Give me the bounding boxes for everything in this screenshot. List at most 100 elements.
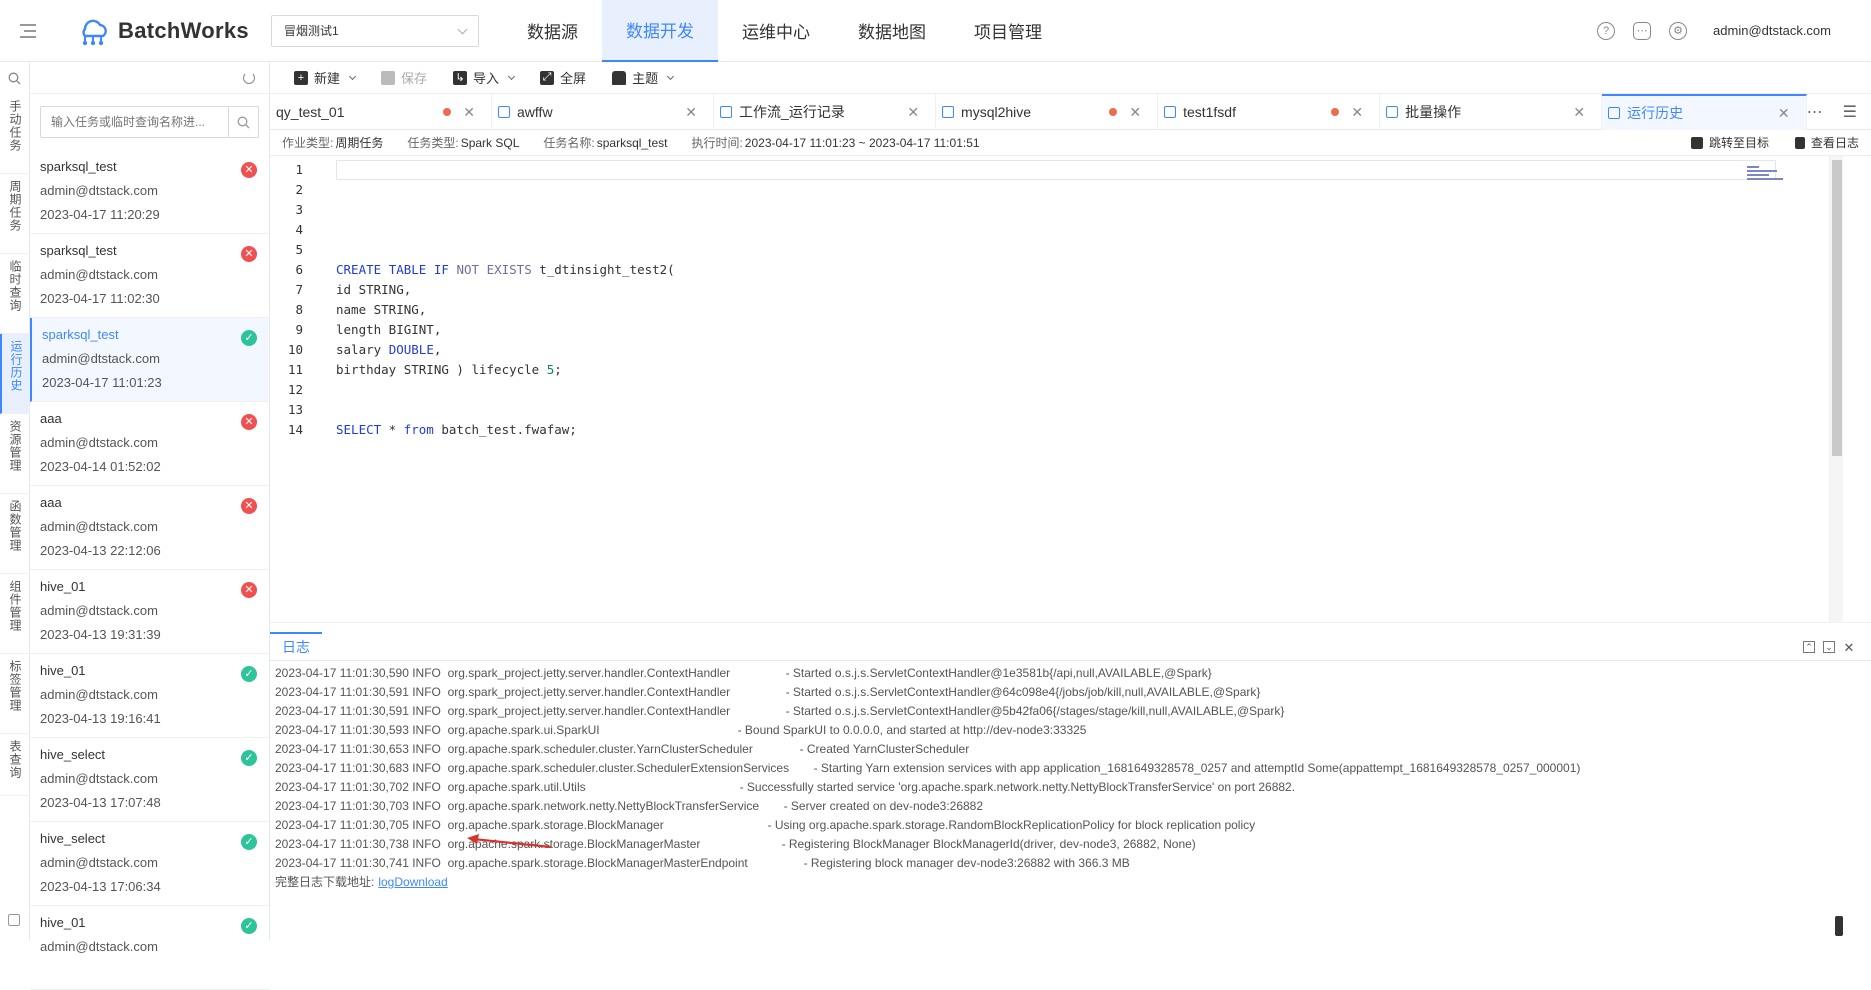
log-logger: org.spark_project.jetty.server.handler.C… — [447, 666, 731, 680]
collapse-panel-icon[interactable] — [8, 914, 20, 926]
side-tab-manual-tasks[interactable]: 手动任务 — [0, 94, 30, 174]
close-icon[interactable]: ✕ — [685, 104, 697, 121]
save-button[interactable]: 保存 — [371, 64, 437, 92]
side-tab-function-management[interactable]: 函数管理 — [0, 494, 30, 574]
theme-button-label: 主题 — [632, 71, 659, 86]
side-tab-component-management[interactable]: 组件管理 — [0, 574, 30, 654]
log-download-line: 完整日志下载地址: logDownload — [270, 873, 1871, 892]
top-bar: BatchWorks 冒烟测试1 数据源 数据开发 运维中心 数据地图 项目管理… — [0, 0, 1871, 62]
log-line: 2023-04-17 11:01:30,741 INFO org.apache.… — [275, 854, 1871, 873]
task-list-item[interactable]: aaa admin@dtstack.com 2023-04-13 22:12:06 ✕ — [30, 486, 269, 570]
app-logo[interactable]: BatchWorks — [76, 14, 249, 48]
log-tab[interactable]: 日志 — [270, 632, 322, 660]
task-time: 2023-04-13 17:06:34 — [40, 879, 161, 894]
log-line: 2023-04-17 11:01:30,702 INFO org.apache.… — [275, 778, 1871, 797]
search-button[interactable] — [228, 107, 258, 137]
side-tab-resource-management[interactable]: 资源管理 — [0, 414, 30, 494]
search-icon — [237, 116, 250, 128]
task-time: 2023-04-13 19:31:39 — [40, 627, 161, 642]
log-timestamp: 2023-04-17 11:01:30,702 INFO — [275, 780, 441, 794]
editor-scrollbar[interactable] — [1829, 156, 1843, 623]
tab-qy-test-01[interactable]: qy_test_01 ✕ — [270, 94, 493, 130]
code-line: name STRING, — [336, 302, 427, 317]
nav-project-management[interactable]: 项目管理 — [950, 0, 1066, 62]
tab-label: 工作流_运行记录 — [739, 104, 845, 120]
tab-run-history[interactable]: 运行历史 ✕ — [1602, 94, 1807, 130]
refresh-icon[interactable] — [243, 71, 255, 84]
menu-toggle-icon[interactable] — [0, 0, 56, 62]
task-list-item[interactable]: hive_01 admin@dtstack.com ✓ — [30, 906, 269, 990]
task-user: admin@dtstack.com — [40, 687, 158, 702]
side-tab-adhoc-query[interactable]: 临时查询 — [0, 254, 30, 334]
nav-data-map[interactable]: 数据地图 — [834, 0, 950, 62]
close-icon[interactable]: ✕ — [1778, 105, 1790, 122]
save-button-label: 保存 — [401, 71, 428, 86]
log-scrollbar-thumb[interactable] — [1835, 916, 1843, 936]
gear-icon[interactable]: ⚙ — [1669, 21, 1688, 40]
chevron-down-icon — [508, 72, 516, 80]
log-line: 2023-04-17 11:01:30,593 INFO org.apache.… — [275, 721, 1871, 740]
theme-button[interactable]: 主题 — [602, 64, 683, 92]
task-list-item[interactable]: aaa admin@dtstack.com 2023-04-14 01:52:02 ✕ — [30, 402, 269, 486]
nav-operations-center[interactable]: 运维中心 — [718, 0, 834, 62]
close-icon[interactable]: ✕ — [1573, 104, 1585, 121]
log-message: - Registering block manager dev-node3:26… — [803, 856, 1130, 870]
code-content[interactable]: CREATE TABLE IF NOT EXISTS t_dtinsight_t… — [336, 160, 1776, 440]
close-icon[interactable]: ✕ — [463, 104, 475, 121]
side-tab-tag-management[interactable]: 标签管理 — [0, 654, 30, 734]
task-name: aaa — [40, 411, 62, 426]
tab-awffw[interactable]: awffw ✕ — [492, 94, 715, 130]
editor-minimap[interactable] — [1747, 166, 1791, 186]
shirt-icon — [612, 70, 627, 85]
tab-test1fsdf[interactable]: test1fsdf ✕ — [1158, 94, 1381, 130]
minimize-icon[interactable]: ⌄ — [1823, 641, 1835, 653]
scrollbar-thumb[interactable] — [1832, 160, 1842, 456]
task-list-item[interactable]: hive_01 admin@dtstack.com 2023-04-13 19:16… — [30, 654, 269, 738]
tab-mysql2hive[interactable]: mysql2hive ✕ — [936, 94, 1159, 130]
user-account[interactable]: admin@dtstack.com — [1713, 23, 1831, 38]
success-status-icon: ✓ — [241, 330, 257, 346]
import-button[interactable]: ↳ 导入 — [443, 64, 524, 92]
close-icon[interactable]: ✕ — [1843, 641, 1855, 654]
task-name: sparksql_test — [40, 159, 117, 174]
tab-workflow-run-record[interactable]: 工作流_运行记录 ✕ — [714, 94, 937, 130]
help-icon[interactable]: ? — [1597, 21, 1616, 40]
more-icon[interactable]: ⋯ — [1807, 102, 1823, 122]
nav-datasource[interactable]: 数据源 — [503, 0, 602, 62]
close-icon[interactable]: ✕ — [1351, 104, 1363, 121]
task-list-item[interactable]: sparksql_test admin@dtstack.com 2023-04-17… — [30, 150, 269, 234]
log-message: - Bound SparkUI to 0.0.0.0, and started … — [737, 723, 1087, 737]
side-tab-periodic-tasks[interactable]: 周期任务 — [0, 174, 30, 254]
project-select[interactable]: 冒烟测试1 — [270, 14, 479, 47]
fullscreen-button[interactable]: ⤢ 全屏 — [530, 64, 596, 92]
line-number: 8 — [295, 302, 303, 317]
log-logger: org.apache.spark.scheduler.cluster.Sched… — [447, 761, 790, 775]
task-list-item[interactable]: sparksql_test admin@dtstack.com 2023-04-17… — [30, 234, 269, 318]
close-icon[interactable]: ✕ — [1129, 104, 1141, 121]
tab-batch-operation[interactable]: 批量操作 ✕ — [1380, 94, 1603, 130]
search-icon[interactable] — [0, 62, 29, 94]
jump-to-target-button[interactable]: 跳转至目标 — [1690, 134, 1769, 151]
message-icon[interactable]: ⋯ — [1633, 21, 1652, 40]
view-log-button[interactable]: 查看日志 — [1794, 134, 1859, 151]
sql-code-editor[interactable]: 1 2 3 4 5 6 7 8 9 10 11 12 13 14 CREATE TABLE IF NOT … — [270, 156, 1871, 623]
task-list-item[interactable]: hive_01 admin@dtstack.com 2023-04-13 19:31… — [30, 570, 269, 654]
maximize-icon[interactable]: ⌃ — [1803, 641, 1815, 653]
close-icon[interactable]: ✕ — [907, 104, 919, 121]
exec-time-value: 2023-04-17 11:01:23 ~ 2023-04-17 11:01:5… — [744, 135, 980, 150]
run-info-bar: 作业类型: 周期任务 任务类型: Spark SQL 任务名称: sparksq… — [270, 130, 1871, 156]
log-timestamp: 2023-04-17 11:01:30,703 INFO — [275, 799, 441, 813]
new-button[interactable]: + 新建 — [284, 64, 365, 92]
side-tab-run-history[interactable]: 运行历史 — [0, 334, 30, 414]
side-tab-table-query[interactable]: 表查询 — [0, 734, 30, 796]
chevron-down-icon — [348, 72, 357, 80]
task-list-item[interactable]: sparksql_test admin@dtstack.com 2023-04-17… — [30, 318, 269, 402]
log-download-link[interactable]: logDownload — [378, 875, 447, 889]
line-number: 13 — [287, 402, 303, 417]
nav-data-development[interactable]: 数据开发 — [601, 0, 718, 62]
task-list-item[interactable]: hive_select admin@dtstack.com 2023-04-13 1… — [30, 738, 269, 822]
list-icon[interactable]: ☰ — [1843, 102, 1857, 122]
task-list-item[interactable]: hive_select admin@dtstack.com 2023-04-13 1… — [30, 822, 269, 906]
fail-status-icon: ✕ — [241, 414, 257, 430]
task-search-input[interactable] — [41, 107, 228, 137]
